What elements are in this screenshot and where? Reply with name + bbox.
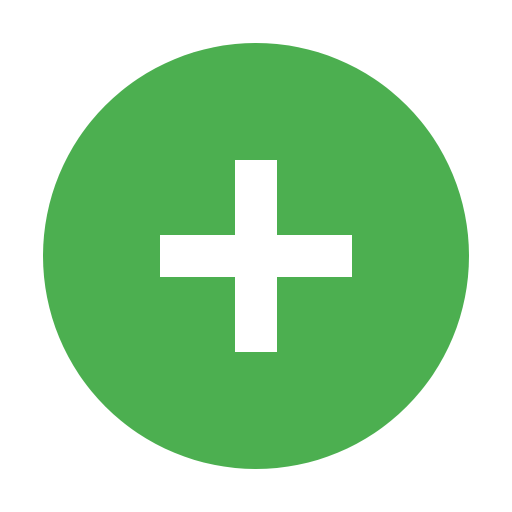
add-button[interactable]	[43, 43, 469, 469]
plus-icon	[43, 43, 469, 469]
plus-vertical-bar	[235, 160, 277, 352]
icon-canvas	[0, 0, 512, 512]
